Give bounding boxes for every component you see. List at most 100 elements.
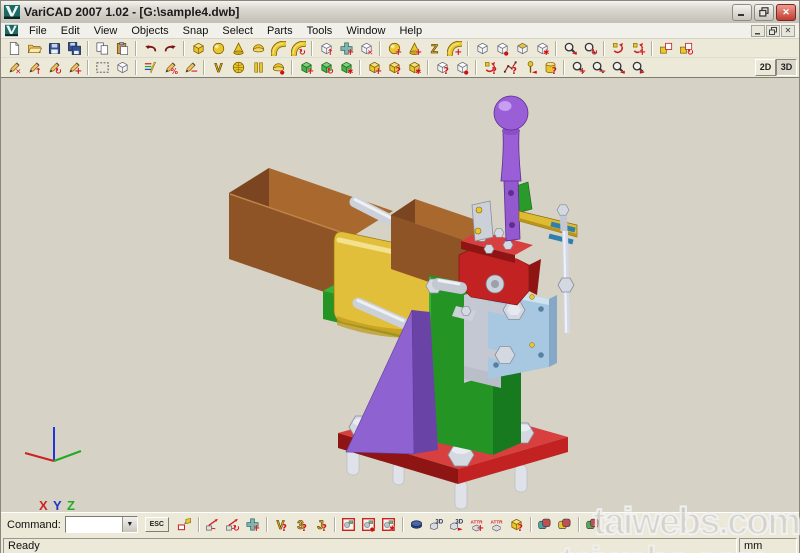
undo-button[interactable] <box>140 39 160 57</box>
mdi-minimize-button[interactable] <box>751 25 765 37</box>
copy-button[interactable] <box>92 39 112 57</box>
attr-solid-button[interactable]: ATTR <box>487 516 507 534</box>
sweep-z-button[interactable]: Z <box>424 39 444 57</box>
zoom-in-button[interactable]: + <box>568 59 588 77</box>
solid-sphere-button[interactable] <box>208 39 228 57</box>
solid-tool-i-button[interactable] <box>248 59 268 77</box>
menu-window[interactable]: Window <box>339 24 392 38</box>
menu-parts[interactable]: Parts <box>260 24 300 38</box>
extrude-solid-button[interactable]: ↑ <box>316 39 336 57</box>
mode-2d-button[interactable]: 2D <box>755 59 776 76</box>
camera-1-button[interactable] <box>339 516 359 534</box>
menu-snap[interactable]: Snap <box>176 24 216 38</box>
identify-tool-button[interactable]: ? <box>583 516 603 534</box>
view-3d-button[interactable]: 3D <box>427 516 447 534</box>
render-disc-button[interactable] <box>407 516 427 534</box>
open-file-button[interactable] <box>24 39 44 57</box>
boolean-union-button[interactable]: + <box>336 39 356 57</box>
command-input[interactable] <box>66 517 122 532</box>
menu-tools[interactable]: Tools <box>300 24 340 38</box>
menu-help[interactable]: Help <box>392 24 429 38</box>
esc-button[interactable]: ESC <box>145 517 169 532</box>
part-insert-button[interactable]: + <box>296 59 316 77</box>
move-solid-2-button[interactable]: ↻ <box>223 516 243 534</box>
solid-cone-button[interactable] <box>228 39 248 57</box>
pipe-elbow-button[interactable] <box>268 39 288 57</box>
selection-box-button[interactable] <box>92 59 112 77</box>
camera-3-button[interactable]: ✱ <box>379 516 399 534</box>
solid-move-button[interactable]: + <box>364 59 384 77</box>
rotate-2d-button[interactable]: ↻ <box>44 59 64 77</box>
3-query-button[interactable]: 3? <box>291 516 311 534</box>
hemisphere-tool-button[interactable]: ● <box>268 59 288 77</box>
menu-select[interactable]: Select <box>215 24 260 38</box>
move-solid-1-button[interactable] <box>203 516 223 534</box>
pair-copy-2-button[interactable] <box>555 516 575 534</box>
cube-points-button[interactable]: ● <box>452 59 472 77</box>
title-bar[interactable]: VariCAD 2007 1.02 - [G:\sample4.dwb] ✕ <box>1 1 799 23</box>
part-replace-button[interactable]: ↻ <box>316 59 336 77</box>
rotate-view-button[interactable] <box>608 39 628 57</box>
pair-copy-1-button[interactable] <box>535 516 555 534</box>
boolean-subtract-button[interactable]: ✕ <box>356 39 376 57</box>
solid-box-button[interactable] <box>188 39 208 57</box>
paste-button[interactable] <box>112 39 132 57</box>
menu-file[interactable]: File <box>22 24 54 38</box>
scale-percent-button[interactable]: % <box>160 59 180 77</box>
menu-view[interactable]: View <box>87 24 125 38</box>
minimize-button[interactable] <box>732 4 752 21</box>
zoom-rotate-button[interactable]: ↻ <box>580 39 600 57</box>
mdi-restore-button[interactable] <box>766 25 780 37</box>
align-solids-button[interactable] <box>656 39 676 57</box>
move-2d-button[interactable]: ↑ <box>24 59 44 77</box>
pipe-elbow-2-button[interactable]: ↻ <box>288 39 308 57</box>
zoom-out-button[interactable]: − <box>588 59 608 77</box>
save-all-button[interactable] <box>64 39 84 57</box>
command-combo[interactable]: ▼ <box>65 516 138 533</box>
command-dropdown-button[interactable]: ▼ <box>122 517 137 532</box>
cylinder-query-button[interactable]: ? <box>540 59 560 77</box>
v-query-button[interactable]: V? <box>271 516 291 534</box>
close-button[interactable]: ✕ <box>776 4 796 21</box>
convert-3d-button[interactable]: 3D► <box>447 516 467 534</box>
rotate-solid-button[interactable]: + <box>628 39 648 57</box>
solid-edit-button[interactable]: ✱ <box>404 59 424 77</box>
zoom-previous-button[interactable]: ◄ <box>608 59 628 77</box>
help-query-button[interactable]: ? <box>507 516 527 534</box>
blend-sphere-button[interactable]: + <box>384 39 404 57</box>
mdi-close-button[interactable]: ✕ <box>781 25 795 37</box>
copy-solids-button[interactable]: ↻ <box>676 39 696 57</box>
cube-view-2-button[interactable]: ● <box>492 39 512 57</box>
blend-cone-button[interactable]: + <box>404 39 424 57</box>
zoom-next-button[interactable]: ► <box>628 59 648 77</box>
part-copy-button[interactable]: ✱ <box>336 59 356 77</box>
copy-2d-button[interactable]: + <box>64 59 84 77</box>
mode-3d-button[interactable]: 3D <box>776 59 797 76</box>
axis-query-button[interactable]: ? <box>480 59 500 77</box>
erase-tool-button[interactable]: − <box>180 59 200 77</box>
line-attributes-button[interactable] <box>140 59 160 77</box>
solid-query-button[interactable]: ? <box>432 59 452 77</box>
view-previous-button[interactable]: ◄ <box>560 39 580 57</box>
cube-face-button[interactable] <box>512 39 532 57</box>
viewport-canvas[interactable]: X Y Z <box>1 77 799 512</box>
pin-tool-button[interactable]: ◄ <box>520 59 540 77</box>
j-query-button[interactable]: J? <box>311 516 331 534</box>
save-file-button[interactable] <box>44 39 64 57</box>
blend-elbow-button[interactable]: + <box>444 39 464 57</box>
menu-objects[interactable]: Objects <box>124 24 175 38</box>
solid-tool-v-button[interactable]: V <box>208 59 228 77</box>
menu-edit[interactable]: Edit <box>54 24 87 38</box>
cube-view-1-button[interactable] <box>472 39 492 57</box>
manipulator-button[interactable]: + <box>243 516 263 534</box>
solid-hemisphere-button[interactable] <box>248 39 268 57</box>
attr-add-button[interactable]: ATTR+ <box>467 516 487 534</box>
restore-button[interactable] <box>754 4 774 21</box>
solid-inspect-button[interactable]: ? <box>384 59 404 77</box>
erase-2d-button[interactable]: ✕ <box>4 59 24 77</box>
vertex-query-button[interactable]: ? <box>500 59 520 77</box>
redo-button[interactable] <box>160 39 180 57</box>
wire-cube-button[interactable] <box>112 59 132 77</box>
mesh-sphere-button[interactable] <box>228 59 248 77</box>
cube-view-3-button[interactable]: ✱ <box>532 39 552 57</box>
